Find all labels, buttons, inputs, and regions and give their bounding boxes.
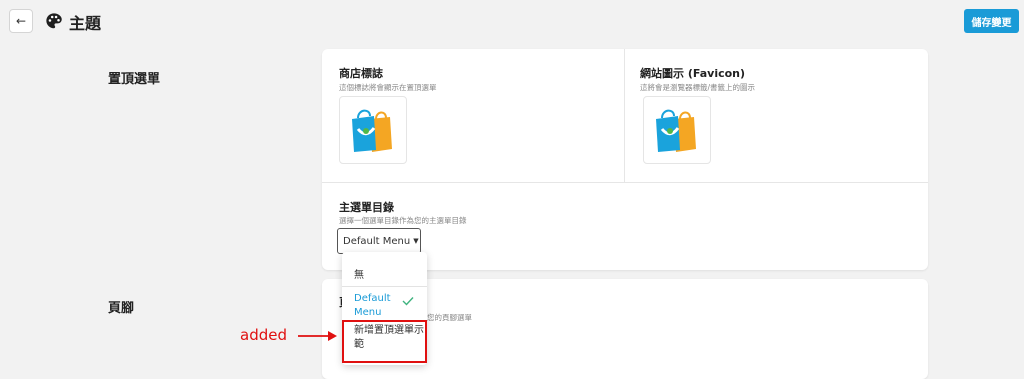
- dropdown-option-none[interactable]: 無: [354, 266, 364, 281]
- main-menu-select[interactable]: Default Menu ▼: [337, 228, 421, 254]
- shopping-bag-favicon-icon: [656, 109, 696, 152]
- shop-logo-upload[interactable]: [339, 96, 407, 164]
- dropdown-option-default-menu[interactable]: Default Menu: [354, 292, 404, 320]
- checkmark-icon: [402, 297, 414, 306]
- favicon-hint: 這將會是瀏覽器標籤/書籤上的圖示: [640, 83, 756, 92]
- dropdown-separator: [342, 286, 427, 287]
- favicon-upload[interactable]: [643, 96, 711, 164]
- arrow-left-icon: ←: [15, 14, 27, 28]
- palette-icon: [46, 13, 62, 29]
- section-label-footer: 頁腳: [108, 301, 135, 316]
- back-button[interactable]: ←: [9, 9, 33, 33]
- shop-logo-title: 商店標誌: [339, 67, 383, 80]
- annotation-highlight-box: [342, 320, 427, 363]
- annotation-arrow-icon: [298, 331, 337, 341]
- annotation-added-label: added: [240, 326, 287, 344]
- shop-logo-hint: 這個標誌將會顯示在置頂選單: [339, 83, 437, 92]
- main-menu-selected-value: Default Menu: [343, 235, 411, 247]
- caret-down-icon: ▼: [413, 237, 419, 245]
- section-label-top-menu: 置頂選單: [108, 72, 161, 87]
- main-menu-hint: 選擇一個選單目錄作為您的主選單目錄: [339, 216, 467, 225]
- save-changes-button[interactable]: 儲存變更: [964, 9, 1019, 33]
- footer-menu-hint: 您的頁腳選單: [427, 313, 472, 322]
- divider: [322, 182, 928, 183]
- page-title: 主題: [69, 14, 102, 33]
- divider: [624, 49, 625, 182]
- main-menu-title: 主選單目錄: [339, 201, 394, 214]
- shopping-bag-logo-icon: [352, 109, 392, 152]
- favicon-title: 網站圖示 (Favicon): [640, 67, 746, 80]
